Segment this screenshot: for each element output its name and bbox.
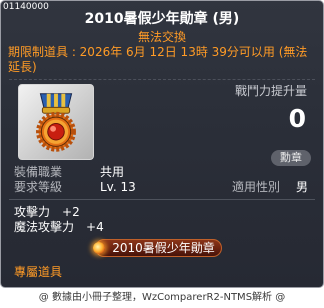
gender-label: 適用性別 bbox=[232, 180, 281, 194]
item-name: 2010暑假少年勛章 (男) bbox=[84, 11, 240, 27]
medal-icon bbox=[36, 93, 76, 152]
footer-credit: @ 數據由小冊子整理，WzComparerR2-NTMS解析 @ bbox=[38, 292, 286, 303]
job-label: 裝備職業 bbox=[14, 165, 63, 179]
combat-power-label: 戰鬥力提升量 bbox=[234, 84, 307, 98]
gender-value: 男 bbox=[296, 180, 309, 194]
glowing-orb-icon bbox=[93, 242, 105, 254]
set-item-label: 2010暑假少年勛章 bbox=[112, 241, 215, 255]
stat-row: 魔法攻擊力 +4 bbox=[14, 220, 104, 235]
stat-row: 攻擊力 +2 bbox=[14, 205, 80, 220]
stat-value: +4 bbox=[86, 220, 104, 234]
level-value: Lv. 13 bbox=[100, 180, 136, 194]
trade-status: 無法交換 bbox=[137, 30, 186, 44]
level-label: 要求等級 bbox=[14, 180, 63, 194]
set-item-badge: 2010暑假少年勛章 bbox=[93, 239, 222, 257]
stat-label: 攻擊力 bbox=[14, 205, 51, 219]
stats-divider bbox=[9, 199, 315, 200]
exclusive-note: 專屬道具 bbox=[14, 265, 63, 279]
header-divider bbox=[9, 79, 315, 80]
expiry-note: 期限制道具 : 2026年 6月 12日 13時 39分可以用 (無法延長) bbox=[8, 45, 308, 74]
job-value: 共用 bbox=[100, 165, 125, 179]
item-icon-frame bbox=[18, 84, 94, 160]
item-tooltip: 01140000 2010暑假少年勛章 (男) 無法交換 期限制道具 : 202… bbox=[0, 0, 324, 288]
combat-power-value: 0 bbox=[288, 104, 306, 133]
stat-label: 魔法攻擊力 bbox=[14, 220, 75, 234]
stat-value: +2 bbox=[62, 205, 80, 219]
category-badge: 勳章 bbox=[271, 150, 311, 166]
